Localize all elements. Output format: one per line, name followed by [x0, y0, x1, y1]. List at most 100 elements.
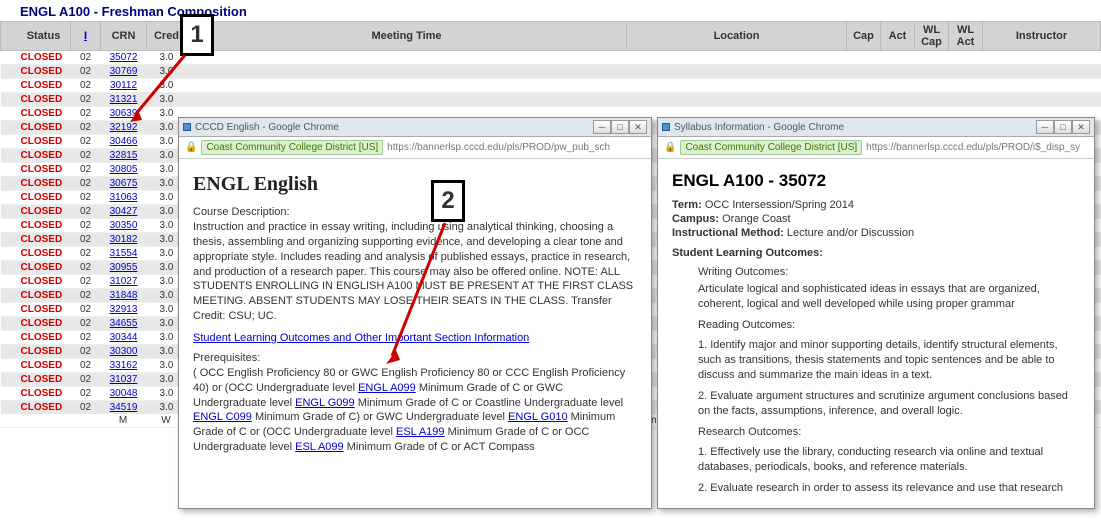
prereq-link[interactable]: ENGL A099 [358, 382, 416, 394]
crn-link[interactable]: 30300 [110, 346, 138, 357]
status-cell: CLOSED [1, 107, 71, 121]
crn-link[interactable]: 31848 [110, 290, 138, 301]
crn-link[interactable]: 33162 [110, 360, 138, 371]
research-outcomes: Research Outcomes: 1. Effectively use th… [698, 425, 1080, 496]
prereq-link[interactable]: ESL A199 [396, 426, 445, 438]
course-header: ENGL A100 - Freshman Composition [0, 0, 1101, 21]
window-titlebar[interactable]: Syllabus Information - Google Chrome ─ □… [658, 118, 1094, 137]
col-instructor: Instructor [983, 22, 1101, 51]
crn-cell[interactable]: 34519 [101, 401, 147, 415]
crn-link[interactable]: 30344 [110, 332, 138, 343]
crn-link[interactable]: 30805 [110, 164, 138, 175]
status-cell: CLOSED [1, 177, 71, 191]
i-cell: 02 [71, 247, 101, 261]
status-cell: CLOSED [1, 205, 71, 219]
url-text: https://bannerlsp.cccd.edu/pls/PROD/pw_p… [387, 142, 610, 153]
address-bar[interactable]: 🔒 Coast Community College District [US] … [179, 137, 651, 159]
i-cell: 02 [71, 149, 101, 163]
crn-cell[interactable]: 31848 [101, 289, 147, 303]
status-cell: CLOSED [1, 317, 71, 331]
crn-cell[interactable]: 30350 [101, 219, 147, 233]
crn-cell[interactable]: 31063 [101, 191, 147, 205]
crn-cell[interactable]: 32913 [101, 303, 147, 317]
crn-cell[interactable]: 31037 [101, 373, 147, 387]
i-cell: 02 [71, 275, 101, 289]
crn-link[interactable]: 31554 [110, 248, 138, 259]
window-titlebar[interactable]: CCCD English - Google Chrome ─ □ ✕ [179, 118, 651, 137]
crn-link[interactable]: 30955 [110, 262, 138, 273]
maximize-button[interactable]: □ [1054, 120, 1072, 134]
crn-link[interactable]: 32913 [110, 304, 138, 315]
i-cell: 02 [71, 401, 101, 415]
status-cell: CLOSED [1, 79, 71, 93]
crn-cell[interactable]: 32815 [101, 149, 147, 163]
close-button[interactable]: ✕ [629, 120, 647, 134]
crn-link[interactable]: 30427 [110, 206, 138, 217]
window-title: CCCD English - Google Chrome [195, 122, 339, 133]
crn-link[interactable]: 31037 [110, 374, 138, 385]
maximize-button[interactable]: □ [611, 120, 629, 134]
crn-link[interactable]: 31027 [110, 276, 138, 287]
crn-cell[interactable]: 30344 [101, 331, 147, 345]
site-identity-badge: Coast Community College District [US] [680, 140, 862, 155]
minimize-button[interactable]: ─ [1036, 120, 1054, 134]
annotation-box-2: 2 [431, 180, 465, 222]
i-cell: 02 [71, 233, 101, 247]
i-cell: 02 [71, 345, 101, 359]
prereq-link[interactable]: ENGL C099 [193, 411, 252, 423]
i-cell: 02 [71, 191, 101, 205]
crn-cell[interactable]: 30427 [101, 205, 147, 219]
i-cell: 02 [71, 93, 101, 107]
i-cell: 02 [71, 51, 101, 65]
crn-link[interactable]: 30675 [110, 178, 138, 189]
i-cell: 02 [71, 331, 101, 345]
crn-cell[interactable]: 30300 [101, 345, 147, 359]
prereq-link[interactable]: ESL A099 [295, 441, 344, 453]
crn-cell[interactable]: 31554 [101, 247, 147, 261]
col-i[interactable]: I [71, 22, 101, 51]
popup-syllabus-info[interactable]: Syllabus Information - Google Chrome ─ □… [657, 117, 1095, 509]
prereq-link[interactable]: ENGL G099 [295, 397, 355, 409]
annotation-arrow-1 [120, 50, 190, 133]
prereq-link[interactable]: ENGL G010 [508, 411, 568, 423]
crn-cell[interactable]: 34655 [101, 317, 147, 331]
window-title: Syllabus Information - Google Chrome [674, 122, 844, 133]
window-icon [662, 123, 670, 131]
close-button[interactable]: ✕ [1072, 120, 1090, 134]
crn-cell[interactable]: 30048 [101, 387, 147, 401]
i-cell: 02 [71, 261, 101, 275]
crn-cell[interactable]: 30675 [101, 177, 147, 191]
term-row: Term: OCC Intersession/Spring 2014 [672, 199, 1080, 211]
status-cell: CLOSED [1, 247, 71, 261]
crn-cell[interactable]: 30466 [101, 135, 147, 149]
campus-row: Campus: Orange Coast [672, 213, 1080, 225]
crn-link[interactable]: 34519 [110, 402, 138, 413]
writing-outcomes: Writing Outcomes: Articulate logical and… [698, 265, 1080, 312]
status-cell: CLOSED [1, 275, 71, 289]
i-cell: 02 [71, 135, 101, 149]
crn-cell[interactable]: 30955 [101, 261, 147, 275]
crn-cell[interactable]: 30805 [101, 163, 147, 177]
crn-link[interactable]: 30182 [110, 234, 138, 245]
col-wlcap: WL Cap [915, 22, 949, 51]
url-text: https://bannerlsp.cccd.edu/pls/PROD/i$_d… [866, 142, 1080, 153]
minimize-button[interactable]: ─ [593, 120, 611, 134]
status-cell: CLOSED [1, 93, 71, 107]
status-cell: CLOSED [1, 135, 71, 149]
i-cell: 02 [71, 359, 101, 373]
crn-link[interactable]: 30466 [110, 136, 138, 147]
crn-cell[interactable]: 31027 [101, 275, 147, 289]
status-cell: CLOSED [1, 65, 71, 79]
crn-link[interactable]: 32815 [110, 150, 138, 161]
crn-cell[interactable]: 33162 [101, 359, 147, 373]
crn-link[interactable]: 34655 [110, 318, 138, 329]
crn-link[interactable]: 31063 [110, 192, 138, 203]
i-cell: 02 [71, 317, 101, 331]
address-bar[interactable]: 🔒 Coast Community College District [US] … [658, 137, 1094, 159]
lock-icon: 🔒 [185, 142, 197, 153]
crn-cell[interactable]: 30182 [101, 233, 147, 247]
status-cell: CLOSED [1, 359, 71, 373]
reading-outcomes: Reading Outcomes: 1. Identify major and … [698, 318, 1080, 419]
crn-link[interactable]: 30048 [110, 388, 138, 399]
crn-link[interactable]: 30350 [110, 220, 138, 231]
